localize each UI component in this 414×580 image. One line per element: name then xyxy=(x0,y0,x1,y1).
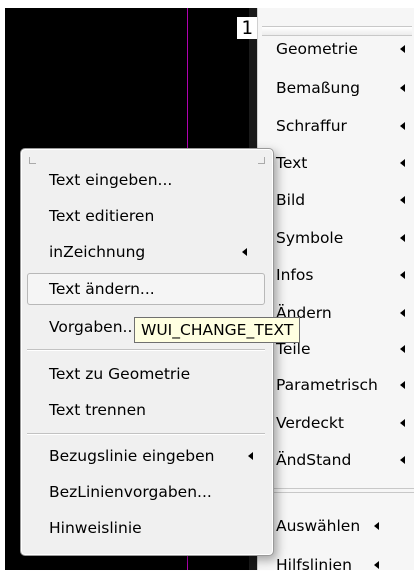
submenu-arrow-icon xyxy=(400,419,405,427)
side-menu-item-label: Bild xyxy=(276,191,306,209)
side-menu-item-schraffur[interactable]: Schraffur xyxy=(258,111,414,141)
submenu-arrow-icon xyxy=(400,309,405,317)
side-menu-item-label: Hilfslinien xyxy=(276,556,352,574)
menu-item-label: Text trennen xyxy=(49,401,146,419)
side-menu-item-label: Schraffur xyxy=(276,117,347,135)
side-menu-item-auswaehlen[interactable]: Auswählen xyxy=(258,511,414,541)
side-menu-item-geometrie[interactable]: Geometrie xyxy=(258,34,414,64)
side-menu-item-label: Auswählen xyxy=(276,517,361,535)
side-menu-item-symbole[interactable]: Symbole xyxy=(258,223,414,253)
side-menu-item-label: Symbole xyxy=(276,229,344,247)
text-context-menu: Text eingeben... Text editieren inZeichn… xyxy=(20,148,274,556)
submenu-arrow-icon xyxy=(400,122,405,130)
side-menu-item-label: Infos xyxy=(276,266,314,284)
submenu-arrow-icon xyxy=(400,45,405,53)
menu-item-label: Text eingeben... xyxy=(49,171,173,189)
submenu-arrow-icon xyxy=(400,196,405,204)
side-menu-item-label: Verdeckt xyxy=(276,414,344,432)
menu-item-inzeichnung[interactable]: inZeichnung xyxy=(27,237,265,267)
side-menu-item-label: Text xyxy=(276,154,308,172)
menu-item-label: Text zu Geometrie xyxy=(49,365,191,383)
menu-item-text-zu-geometrie[interactable]: Text zu Geometrie xyxy=(27,359,265,389)
menu-separator xyxy=(27,349,265,351)
side-menu-item-label: Parametrisch xyxy=(276,376,378,394)
side-menu-item-bemassung[interactable]: Bemaßung xyxy=(258,73,414,103)
menu-separator xyxy=(27,433,265,435)
side-menu-item-bild[interactable]: Bild xyxy=(258,185,414,215)
side-menu-item-label: Bemaßung xyxy=(276,79,361,97)
menu-item-text-editieren[interactable]: Text editieren xyxy=(27,201,265,231)
submenu-arrow-icon xyxy=(242,248,247,256)
menu-item-text-trennen[interactable]: Text trennen xyxy=(27,395,265,425)
submenu-arrow-icon xyxy=(400,234,405,242)
submenu-arrow-icon xyxy=(400,271,405,279)
side-menu-item-aendstand[interactable]: ÄndStand xyxy=(258,445,414,475)
menu-item-text-aendern[interactable]: Text ändern... xyxy=(27,273,265,305)
side-menu-item-label: ÄndStand xyxy=(276,451,352,469)
side-menu-item-infos[interactable]: Infos xyxy=(258,260,414,290)
corner-mark-icon xyxy=(29,157,36,164)
side-menu-item-hilfslinien[interactable]: Hilfslinien xyxy=(258,550,414,580)
submenu-arrow-icon xyxy=(374,522,379,530)
side-menu-item-verdeckt[interactable]: Verdeckt xyxy=(258,408,414,438)
tooltip: WUI_CHANGE_TEXT xyxy=(134,317,301,343)
submenu-arrow-icon xyxy=(400,381,405,389)
menu-item-label: Hinweislinie xyxy=(49,519,142,537)
menu-item-label: Bezugslinie eingeben xyxy=(49,447,215,465)
submenu-arrow-icon xyxy=(400,84,405,92)
menu-separator xyxy=(264,492,414,493)
menu-item-label: BezLinienvorgaben... xyxy=(49,483,212,501)
submenu-arrow-icon xyxy=(400,159,405,167)
side-menu-item-text[interactable]: Text xyxy=(258,148,414,178)
submenu-arrow-icon xyxy=(374,561,379,569)
menu-item-label: inZeichnung xyxy=(49,243,146,261)
corner-mark-icon xyxy=(258,157,265,164)
menu-separator xyxy=(264,488,414,489)
submenu-arrow-icon xyxy=(248,452,253,460)
viewport-number: 1 xyxy=(237,17,257,39)
side-menu-item-parametrisch[interactable]: Parametrisch xyxy=(258,370,414,400)
menu-item-bezugslinie-eingeben[interactable]: Bezugslinie eingeben xyxy=(27,441,265,471)
menu-item-bezlinienvorgaben[interactable]: BezLinienvorgaben... xyxy=(27,477,265,507)
side-menu: Geometrie Bemaßung Schraffur Text Bild S… xyxy=(257,8,414,574)
menu-item-label: Text ändern... xyxy=(49,280,155,298)
side-menu-item-label: Geometrie xyxy=(276,40,358,58)
menu-item-label: Vorgaben... xyxy=(49,318,138,336)
submenu-arrow-icon xyxy=(400,456,405,464)
menu-item-text-eingeben[interactable]: Text eingeben... xyxy=(27,165,265,195)
menu-item-label: Text editieren xyxy=(49,207,155,225)
menu-item-hinweislinie[interactable]: Hinweislinie xyxy=(27,513,265,543)
submenu-arrow-icon xyxy=(400,345,405,353)
